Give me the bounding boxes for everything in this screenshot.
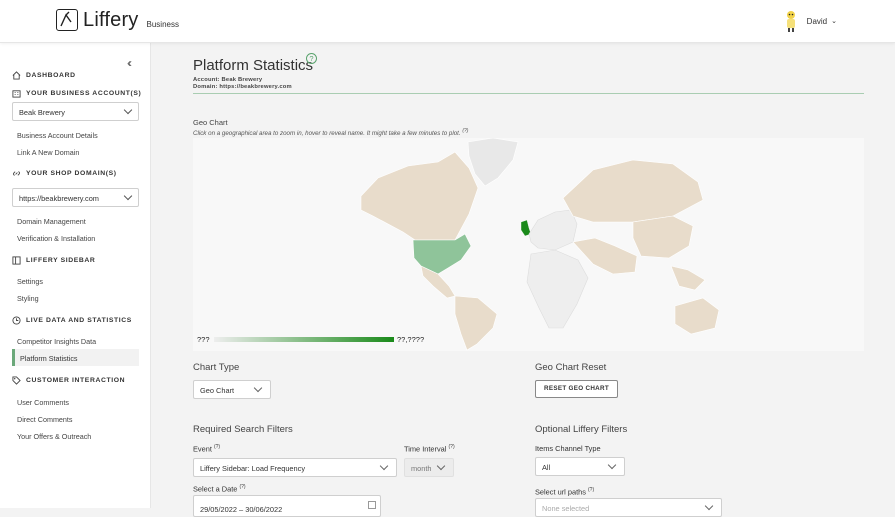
sidebar-section-liffery-sidebar: LIFFERY SIDEBAR [12, 256, 95, 265]
help-tooltip-icon[interactable]: (?) [588, 487, 594, 493]
sidebar-item-offers-outreach[interactable]: Your Offers & Outreach [17, 432, 91, 441]
divider [193, 93, 864, 94]
sidebar-section-business-account: YOUR BUSINESS ACCOUNT(S) [12, 89, 141, 98]
logo-subtitle: Business [146, 20, 179, 29]
logo-name: Liffery [83, 9, 139, 31]
geo-chart-subtitle: Click on a geographical area to zoom in,… [193, 128, 469, 138]
event-select[interactable]: Liffery Sidebar: Load Frequency [193, 458, 397, 477]
map-region-east-asia [632, 215, 694, 259]
date-range-input[interactable]: 29/05/2022 – 30/06/2022 [193, 495, 381, 517]
domain-line: Domain: https://beakbrewery.com [193, 84, 292, 90]
chevron-down-icon [704, 501, 714, 511]
optional-filters-heading: Optional Liffery Filters [535, 424, 628, 435]
sidebar-item-settings[interactable]: Settings [17, 277, 43, 286]
chevron-down-icon [607, 460, 617, 470]
sidebar-item-styling[interactable]: Styling [17, 294, 39, 303]
building-icon [12, 90, 21, 98]
help-icon[interactable]: ? [306, 53, 317, 64]
page-title: Platform Statistics [193, 57, 314, 74]
link-icon [13, 171, 20, 176]
geo-chart-map[interactable] [193, 137, 864, 351]
chart-type-select[interactable]: Geo Chart [193, 380, 271, 399]
sidebar-section-shop-domain: YOUR SHOP DOMAIN(S) [12, 169, 117, 178]
account-line: Account: Beak Brewery [193, 77, 263, 83]
time-interval-select[interactable]: month [404, 458, 454, 477]
map-region-se-asia [670, 265, 706, 291]
sidebar-item-platform-statistics[interactable]: Platform Statistics [12, 349, 139, 366]
avatar [786, 11, 795, 32]
top-bar: Liffery Business David ⌄ [0, 0, 895, 43]
account-info: Account: Beak Brewery Domain: https://be… [193, 77, 292, 91]
map-region-greenland [467, 137, 519, 187]
sidebar-item-domain-management[interactable]: Domain Management [17, 217, 86, 226]
map-region-russia [562, 159, 704, 223]
logo-mark-icon [56, 9, 78, 31]
shop-domain-select[interactable]: https://beakbrewery.com [12, 188, 139, 207]
chevron-down-icon [379, 461, 389, 471]
chart-type-label: Chart Type [193, 362, 240, 373]
business-account-select[interactable]: Beak Brewery [12, 102, 139, 121]
sidebar-item-business-account-details[interactable]: Business Account Details [17, 131, 98, 140]
date-label: Select a Date (?) [193, 484, 246, 494]
chevron-down-icon [123, 105, 133, 115]
map-region-south-america [454, 295, 498, 351]
sidebar-section-dashboard[interactable]: DASHBOARD [12, 71, 76, 80]
collapse-sidebar-icon[interactable]: ‹‹ [127, 56, 132, 70]
sidebar: ‹‹ DASHBOARD YOUR BUSINESS ACCOUNT(S) Be… [0, 43, 151, 508]
help-tooltip-icon[interactable]: (?) [462, 128, 468, 134]
chevron-down-icon [436, 461, 446, 471]
sidebar-item-user-comments[interactable]: User Comments [17, 398, 69, 407]
time-interval-label: Time Interval (?) [404, 444, 455, 454]
channel-type-select[interactable]: All [535, 457, 625, 476]
user-menu[interactable]: David ⌄ [783, 10, 837, 32]
sidebar-item-direct-comments[interactable]: Direct Comments [17, 415, 73, 424]
sidebar-section-live-data: LIVE DATA AND STATISTICS [12, 316, 132, 325]
map-region-canada [360, 151, 479, 241]
map-region-africa [526, 249, 589, 329]
liffery-logo[interactable]: Liffery Business [56, 9, 179, 31]
tag-icon [12, 376, 21, 385]
home-icon [12, 71, 21, 80]
help-tooltip-icon[interactable]: (?) [239, 484, 245, 490]
sidebar-panel-icon [12, 256, 21, 265]
clock-icon [12, 316, 21, 325]
main-content: Platform Statistics ? Account: Beak Brew… [151, 43, 895, 517]
chevron-down-icon [253, 383, 263, 393]
required-filters-heading: Required Search Filters [193, 424, 293, 435]
map-region-australia [674, 297, 720, 335]
url-paths-label: Select url paths (?) [535, 487, 595, 497]
event-label: Event (?) [193, 444, 221, 454]
sidebar-item-link-new-domain[interactable]: Link A New Domain [17, 148, 79, 157]
help-tooltip-icon[interactable]: (?) [449, 444, 455, 450]
legend-color-scale [214, 337, 394, 342]
sidebar-item-competitor-insights[interactable]: Competitor Insights Data [17, 337, 96, 346]
reset-label: Geo Chart Reset [535, 362, 607, 373]
chevron-down-icon: ⌄ [831, 18, 837, 25]
legend-max-label: ??,???? [397, 335, 425, 344]
user-name: David [806, 16, 828, 26]
sidebar-item-verification[interactable]: Verification & Installation [17, 234, 95, 243]
help-tooltip-icon[interactable]: (?) [214, 444, 220, 450]
chevron-down-icon [123, 191, 133, 201]
channel-type-label: Items Channel Type [535, 444, 601, 453]
legend-min-label: ??? [197, 335, 210, 344]
geo-chart-title: Geo Chart [193, 118, 228, 127]
reset-geo-chart-button[interactable]: RESET GEO CHART [535, 380, 618, 398]
map-region-europe [528, 209, 578, 251]
sidebar-section-customer-interaction: CUSTOMER INTERACTION [12, 376, 125, 385]
